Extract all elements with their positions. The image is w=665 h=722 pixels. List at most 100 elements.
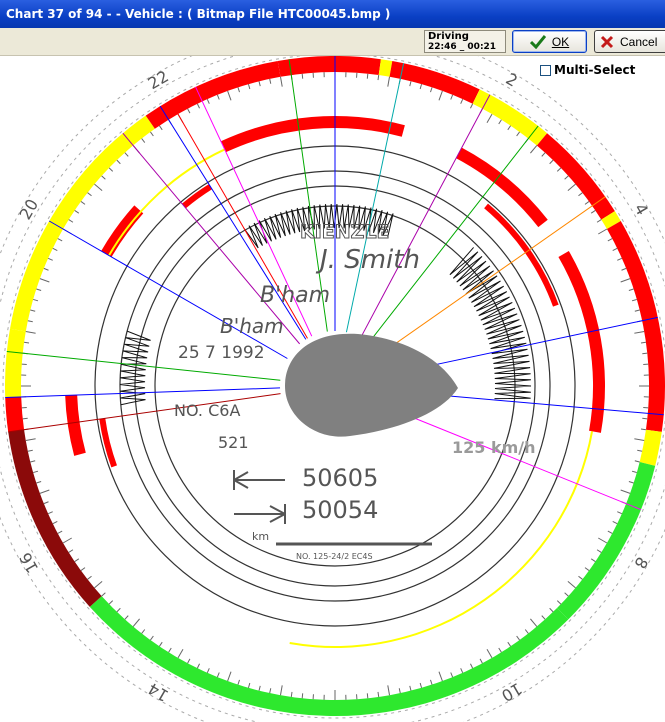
ok-button[interactable]: OK xyxy=(512,30,587,53)
outer-tick xyxy=(620,278,631,283)
toolbar: Driving 22:46 _ 00:21 OK Cancel xyxy=(0,28,665,56)
outer-tick xyxy=(87,192,92,197)
outer-tick xyxy=(39,278,50,283)
outer-tick xyxy=(409,81,412,87)
outer-tick xyxy=(187,108,191,114)
outer-tick xyxy=(47,511,53,515)
activity-status-time: 22:46 _ 00:21 xyxy=(428,42,497,52)
activity-status-label: Driving xyxy=(428,31,469,42)
outer-tick xyxy=(438,90,443,101)
outer-tick xyxy=(116,607,121,613)
outer-tick xyxy=(39,489,50,494)
outer-tick xyxy=(279,76,283,87)
outer-tick xyxy=(216,94,220,100)
outer-tick xyxy=(68,219,74,223)
outer-tick xyxy=(25,438,36,442)
hour-label: 16 xyxy=(16,549,43,576)
multi-select-label: Multi-Select xyxy=(554,63,636,77)
outer-tick xyxy=(94,183,103,191)
outer-tick xyxy=(187,658,191,664)
outer-tick xyxy=(530,618,538,627)
outer-tick xyxy=(438,671,443,682)
outer-tick xyxy=(80,567,86,571)
outer-tick xyxy=(450,672,454,678)
outer-tick xyxy=(631,470,637,474)
tachograph-disc[interactable]: 24246810121416182022 KIENZLE J. Smith B'… xyxy=(0,56,665,722)
hour-label: 2 xyxy=(503,69,521,91)
outer-tick xyxy=(269,78,272,84)
outer-tick xyxy=(498,119,502,125)
outer-tick xyxy=(33,470,39,474)
outer-tick xyxy=(80,201,86,205)
outer-band-segment-5 xyxy=(472,89,548,146)
outer-tick xyxy=(634,309,640,312)
outer-tick xyxy=(196,103,200,109)
outer-tick xyxy=(366,693,369,699)
outer-tick xyxy=(36,288,42,291)
outer-tick xyxy=(419,84,423,90)
outer-tick xyxy=(598,537,608,544)
outer-tick xyxy=(530,145,538,154)
outer-tick xyxy=(590,558,596,563)
outer-tick xyxy=(584,201,590,205)
check-icon xyxy=(529,34,546,49)
outer-tick xyxy=(52,247,58,251)
outer-tick xyxy=(516,131,520,137)
outer-tick xyxy=(247,682,251,688)
multi-select-toggle[interactable]: Multi-Select xyxy=(540,63,635,77)
outer-tick xyxy=(74,209,80,214)
odometer-start: 50605 xyxy=(302,464,378,492)
hour-label: 4 xyxy=(630,200,652,218)
to-place: B'ham xyxy=(220,314,284,338)
activity-ray-4 xyxy=(345,63,405,333)
outer-tick xyxy=(620,489,631,494)
outer-tick xyxy=(541,615,546,620)
outer-tick xyxy=(227,671,232,682)
vehicle-number: NO. C6A xyxy=(174,401,240,420)
tachograph-disc-view[interactable]: 24246810121416182022 KIENZLE J. Smith B'… xyxy=(0,56,665,722)
middle-band-segment-4 xyxy=(101,205,144,257)
outer-tick xyxy=(590,209,596,214)
disc-center-hub xyxy=(285,333,458,437)
vehicle-ref: 521 xyxy=(218,433,249,452)
outer-tick xyxy=(62,537,72,544)
outer-tick xyxy=(101,175,106,180)
middle-band-segment-2 xyxy=(558,251,605,433)
outer-tick xyxy=(301,693,304,699)
km-label: km xyxy=(252,530,269,543)
hour-label: 22 xyxy=(145,67,172,94)
activity-status-box: Driving 22:46 _ 00:21 xyxy=(424,30,506,53)
outer-tick xyxy=(612,521,618,525)
outer-tick xyxy=(479,658,483,664)
outer-tick xyxy=(470,663,474,669)
outer-tick xyxy=(486,113,493,123)
outer-tick xyxy=(498,647,502,653)
outer-tick xyxy=(196,663,200,669)
outer-tick xyxy=(578,192,583,197)
outer-tick xyxy=(584,567,590,571)
hour-label: 14 xyxy=(145,679,172,706)
multi-select-checkbox[interactable] xyxy=(540,64,551,76)
outer-tick xyxy=(567,183,576,191)
hour-label: 10 xyxy=(498,679,525,706)
outer-tick xyxy=(617,511,623,515)
from-place: B'ham xyxy=(260,283,330,308)
outer-tick xyxy=(33,298,39,302)
outer-tick xyxy=(564,592,569,597)
outer-tick xyxy=(634,460,640,463)
outer-tick xyxy=(237,87,240,93)
outer-tick xyxy=(607,530,613,534)
odometer-end: 50054 xyxy=(302,496,378,524)
outer-tick xyxy=(74,558,80,563)
outer-tick xyxy=(158,641,163,647)
cancel-button[interactable]: Cancel xyxy=(594,30,665,53)
outer-tick xyxy=(567,581,576,589)
outer-band-segment-2 xyxy=(277,56,381,77)
end-arrow-icon xyxy=(234,504,286,524)
outer-tick xyxy=(150,635,154,641)
outer-tick xyxy=(598,228,608,235)
outer-tick xyxy=(25,330,36,334)
outer-tick xyxy=(43,501,49,505)
hour-label: 20 xyxy=(16,196,43,223)
outer-tick xyxy=(57,238,63,242)
